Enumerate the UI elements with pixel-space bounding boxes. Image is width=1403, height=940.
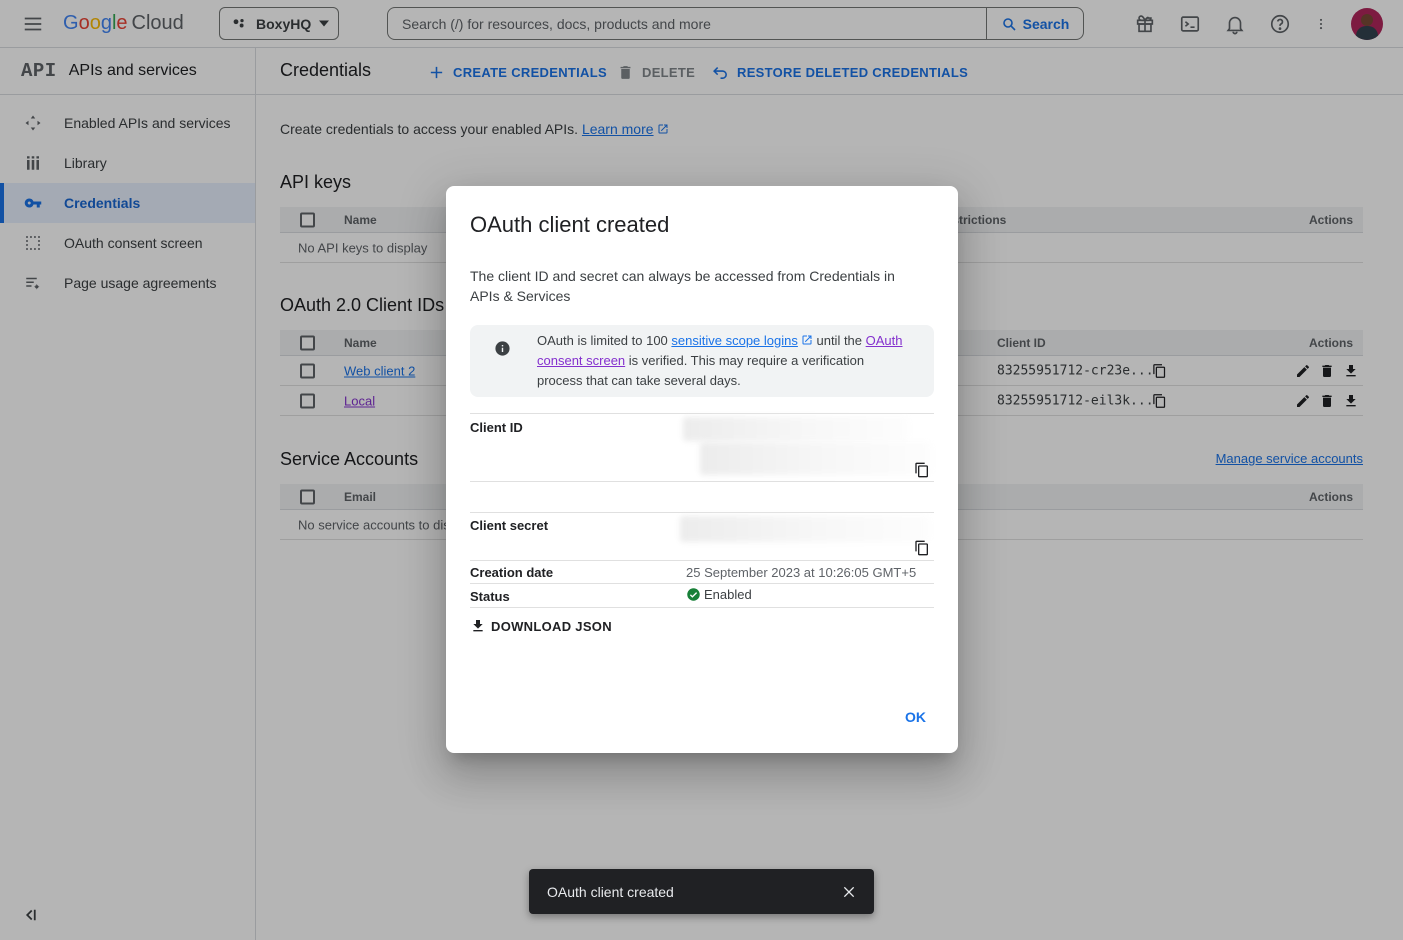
divider [470, 481, 934, 482]
creation-date-value: 25 September 2023 at 10:26:05 GMT+5 [686, 565, 916, 580]
close-icon[interactable] [841, 884, 857, 900]
copy-client-secret-icon[interactable] [914, 540, 930, 556]
dialog-title: OAuth client created [470, 212, 669, 238]
creation-date-label: Creation date [470, 565, 553, 580]
toast-message: OAuth client created [547, 884, 841, 900]
oauth-client-created-dialog: OAuth client created The client ID and s… [446, 186, 958, 753]
info-icon [494, 340, 511, 357]
external-link-icon [801, 334, 813, 346]
notice-fragment: until the [813, 333, 866, 348]
download-json-label: DOWNLOAD JSON [491, 619, 612, 634]
divider [470, 413, 934, 414]
redacted-client-id [683, 417, 909, 441]
client-secret-label: Client secret [470, 518, 548, 533]
toast-notification: OAuth client created [529, 869, 874, 914]
redacted-client-secret [680, 516, 930, 542]
divider [470, 512, 934, 513]
notice-fragment: OAuth is limited to 100 [537, 333, 671, 348]
copy-client-id-icon[interactable] [914, 462, 930, 478]
google-cloud-console: GoogleCloud BoxyHQ Search [0, 0, 1403, 940]
download-icon [470, 618, 486, 634]
redacted-client-id [700, 442, 932, 475]
divider [470, 560, 934, 561]
verification-notice: OAuth is limited to 100 sensitive scope … [470, 325, 934, 397]
status-text: Enabled [704, 587, 752, 602]
ok-button[interactable]: OK [889, 701, 942, 733]
link-label: sensitive scope logins [671, 333, 797, 348]
client-id-label: Client ID [470, 420, 523, 435]
divider [470, 583, 934, 584]
status-value: Enabled [686, 587, 752, 602]
divider [470, 607, 934, 608]
sensitive-scope-logins-link[interactable]: sensitive scope logins [671, 333, 812, 348]
download-json-button[interactable]: DOWNLOAD JSON [470, 614, 612, 638]
status-label: Status [470, 589, 510, 604]
dialog-subtitle: The client ID and secret can always be a… [470, 266, 915, 306]
check-circle-icon [686, 587, 701, 602]
notice-text: OAuth is limited to 100 sensitive scope … [537, 331, 909, 391]
